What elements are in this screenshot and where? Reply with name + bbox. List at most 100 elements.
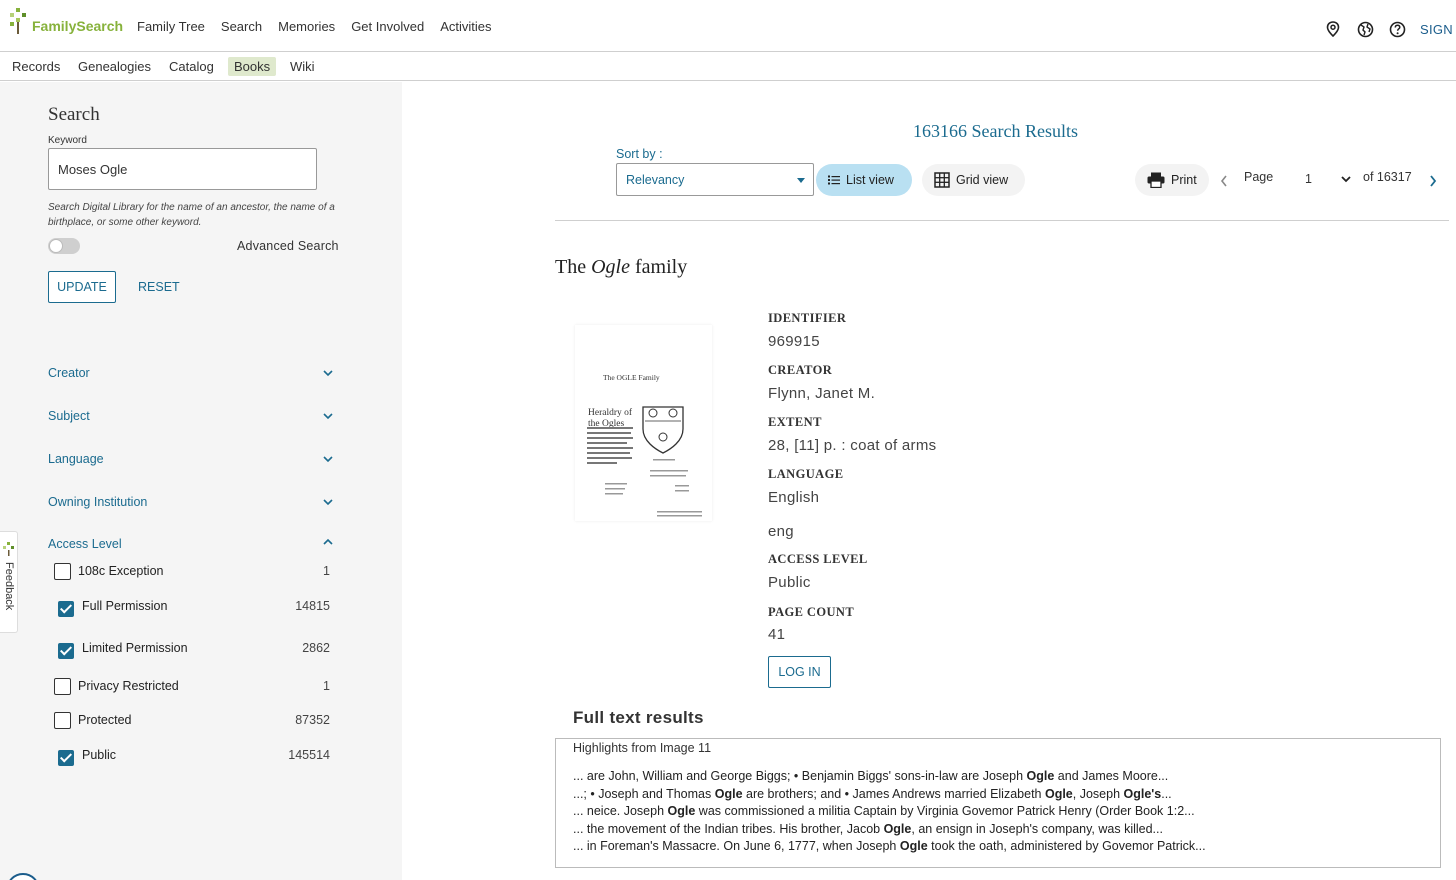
page-label: Page bbox=[1244, 170, 1274, 184]
field-label-access-level: ACCESS LEVEL bbox=[768, 552, 868, 566]
chevron-down-icon bbox=[323, 413, 333, 420]
checkbox-limited-permission[interactable] bbox=[58, 643, 74, 659]
facet-label: Access Level bbox=[48, 537, 122, 551]
advanced-search-toggle[interactable] bbox=[48, 238, 80, 254]
checkbox-full-permission[interactable] bbox=[58, 601, 74, 617]
keyword-label: Keyword bbox=[48, 135, 87, 146]
access-level-option[interactable]: Limited Permission 2862 bbox=[54, 639, 334, 659]
book-title[interactable]: The Ogle family bbox=[555, 256, 687, 279]
advanced-search-label[interactable]: Advanced Search bbox=[237, 239, 339, 253]
full-text-line[interactable]: ... in Foreman's Massacre. On June 6, 17… bbox=[573, 839, 1206, 853]
access-level-option[interactable]: Public 145514 bbox=[54, 746, 334, 766]
access-level-option[interactable]: Privacy Restricted 1 bbox=[54, 677, 334, 697]
reset-button[interactable]: RESET bbox=[138, 280, 180, 294]
option-label: Limited Permission bbox=[82, 641, 188, 655]
option-count: 87352 bbox=[295, 713, 330, 727]
search-sidebar: Search Keyword Search Digital Library fo… bbox=[0, 82, 402, 880]
nav-search[interactable]: Search bbox=[221, 19, 262, 34]
familysearch-logo[interactable]: FamilySearch bbox=[10, 8, 123, 34]
field-label-identifier: IDENTIFIER bbox=[768, 311, 847, 325]
access-level-option[interactable]: Full Permission 14815 bbox=[54, 597, 334, 617]
keyword-input[interactable] bbox=[48, 148, 317, 190]
page-total: of 16317 bbox=[1363, 170, 1412, 184]
field-value-page-count: 41 bbox=[768, 626, 786, 643]
book-thumbnail[interactable]: The OGLE Family Heraldry of the Ogles bbox=[575, 325, 712, 521]
field-value-extent: 28, [11] p. : coat of arms bbox=[768, 437, 937, 454]
chevron-right-icon[interactable] bbox=[1428, 174, 1438, 188]
page-number-select[interactable]: 1 bbox=[1305, 172, 1312, 186]
checkbox-public[interactable] bbox=[58, 750, 74, 766]
field-value-creator: Flynn, Janet M. bbox=[768, 385, 876, 402]
field-value-language-code: eng bbox=[768, 523, 794, 540]
full-text-line[interactable]: ... are John, William and George Biggs; … bbox=[573, 769, 1168, 783]
checkbox-protected[interactable] bbox=[54, 712, 71, 729]
feedback-tab[interactable]: Feedback bbox=[0, 531, 18, 633]
option-count: 14815 bbox=[295, 599, 330, 613]
log-in-button[interactable]: LOG IN bbox=[768, 656, 831, 688]
list-icon bbox=[828, 175, 840, 185]
sort-label: Sort by : bbox=[616, 147, 663, 161]
keyword-help-text: Search Digital Library for the name of a… bbox=[48, 202, 335, 228]
facet-creator[interactable]: Creator bbox=[48, 366, 338, 386]
sign-in-link[interactable]: SIGN IN bbox=[1420, 22, 1456, 37]
sidebar-title: Search bbox=[48, 104, 100, 125]
subnav-wiki[interactable]: Wiki bbox=[284, 57, 321, 76]
chevron-left-icon[interactable] bbox=[1219, 174, 1229, 188]
nav-family-tree[interactable]: Family Tree bbox=[137, 19, 205, 34]
option-label: Privacy Restricted bbox=[78, 679, 179, 693]
chevron-down-icon bbox=[323, 370, 333, 377]
print-label: Print bbox=[1171, 173, 1197, 187]
chevron-up-icon bbox=[323, 538, 333, 545]
highlights-label: Highlights from Image 11 bbox=[573, 741, 712, 755]
access-level-option[interactable]: 108c Exception 1 bbox=[54, 562, 334, 582]
nav-get-involved[interactable]: Get Involved bbox=[351, 19, 424, 34]
nav-activities[interactable]: Activities bbox=[440, 19, 491, 34]
results-divider bbox=[555, 220, 1449, 221]
globe-icon[interactable] bbox=[1356, 20, 1374, 38]
option-count: 145514 bbox=[288, 748, 330, 762]
chevron-down-icon[interactable] bbox=[1340, 174, 1352, 184]
subnav-genealogies[interactable]: Genealogies bbox=[72, 57, 157, 76]
list-view-label: List view bbox=[846, 173, 894, 187]
update-button[interactable]: UPDATE bbox=[48, 271, 116, 303]
title-part: family bbox=[629, 256, 688, 278]
sort-select[interactable]: Relevancy bbox=[616, 163, 814, 196]
field-value-access-level: Public bbox=[768, 574, 811, 591]
access-level-option[interactable]: Protected 87352 bbox=[54, 711, 334, 731]
full-text-title: Full text results bbox=[573, 708, 704, 727]
logo-text: FamilySearch bbox=[32, 18, 124, 34]
thumb-caption: The OGLE Family bbox=[603, 373, 660, 382]
field-value-language: English bbox=[768, 489, 820, 506]
top-icons: SIGN IN bbox=[1310, 20, 1456, 38]
subnav-catalog[interactable]: Catalog bbox=[163, 57, 220, 76]
nav-memories[interactable]: Memories bbox=[278, 19, 335, 34]
results-count: 163166 Search Results bbox=[913, 121, 1078, 141]
full-text-line[interactable]: ...; • Joseph and Thomas Ogle are brothe… bbox=[573, 787, 1172, 801]
facet-label: Owning Institution bbox=[48, 495, 148, 509]
print-button[interactable]: Print bbox=[1135, 164, 1209, 196]
option-count: 1 bbox=[323, 679, 330, 693]
main-nav: Family Tree Search Memories Get Involved… bbox=[137, 19, 507, 34]
option-label: Protected bbox=[78, 713, 132, 727]
checkbox-privacy-restricted[interactable] bbox=[54, 678, 71, 695]
facet-language[interactable]: Language bbox=[48, 452, 338, 472]
list-view-button[interactable]: List view bbox=[816, 164, 912, 196]
location-pin-icon[interactable] bbox=[1324, 20, 1342, 38]
subnav-books[interactable]: Books bbox=[228, 57, 277, 76]
full-text-line[interactable]: ... the movement of the Indian tribes. H… bbox=[573, 822, 1163, 836]
facet-access-level[interactable]: Access Level bbox=[48, 537, 338, 557]
facet-label: Language bbox=[48, 452, 104, 466]
full-text-line[interactable]: ... neice. Joseph Ogle was commissioned … bbox=[573, 804, 1195, 818]
grid-view-button[interactable]: Grid view bbox=[922, 164, 1025, 196]
help-icon[interactable] bbox=[1388, 20, 1406, 38]
subnav-records[interactable]: Records bbox=[6, 57, 66, 76]
field-label-creator: CREATOR bbox=[768, 363, 833, 377]
facet-owning-institution[interactable]: Owning Institution bbox=[48, 495, 338, 515]
sub-nav: Records Genealogies Catalog Books Wiki bbox=[0, 53, 1456, 81]
option-label: 108c Exception bbox=[78, 564, 164, 578]
facet-label: Subject bbox=[48, 409, 90, 423]
checkbox-108c-exception[interactable] bbox=[54, 563, 71, 580]
field-label-language: LANGUAGE bbox=[768, 467, 844, 481]
tree-logo-icon bbox=[10, 8, 26, 34]
facet-subject[interactable]: Subject bbox=[48, 409, 338, 429]
